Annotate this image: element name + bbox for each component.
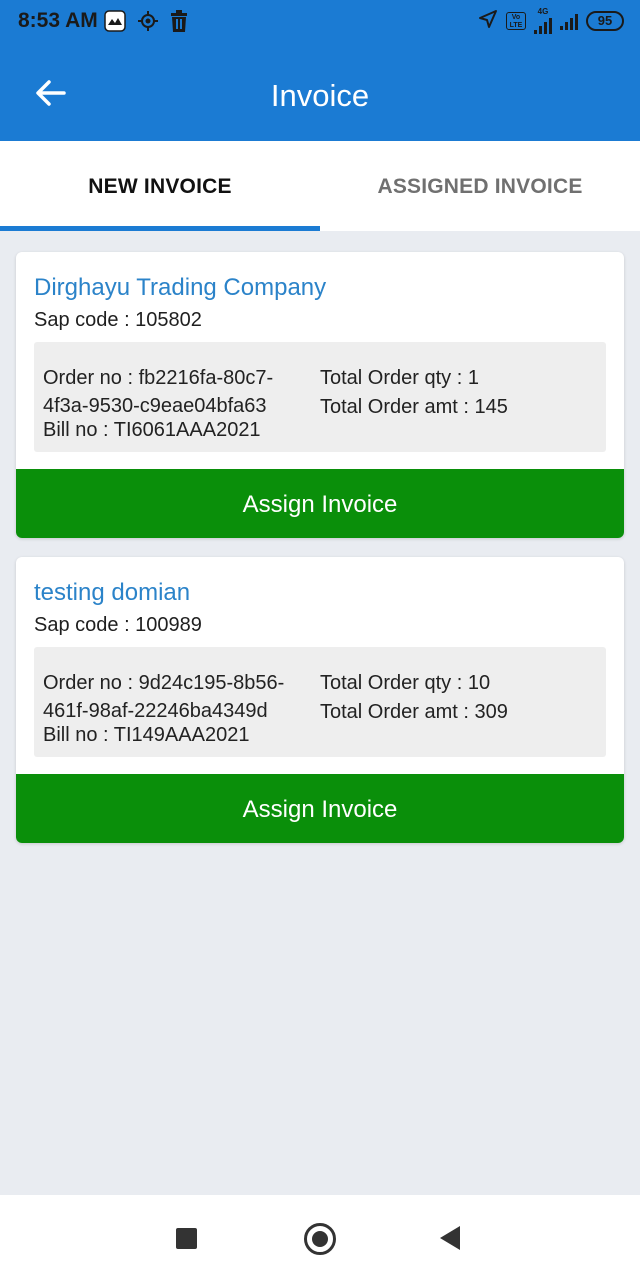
navigation-arrow-icon [478, 9, 498, 34]
bill-number: Bill no : TI149AAA2021 [43, 724, 250, 746]
invoice-card: Dirghayu Trading Company Sap code : 1058… [16, 252, 624, 538]
company-name: testing domian [34, 579, 191, 606]
sap-code: Sap code : 100989 [34, 614, 202, 636]
total-order-qty: Total Order qty : 10 [320, 672, 491, 694]
back-triangle-icon[interactable] [440, 1226, 460, 1250]
order-number: Order no : 9d24c195-8b56-461f-98af-22246… [43, 672, 285, 722]
volte-icon: Vo LTE [506, 12, 526, 30]
order-number: Order no : fb2216fa-80c7-4f3a-9530-c9eae… [43, 367, 274, 417]
total-order-amt: Total Order amt : 145 [320, 396, 508, 418]
status-time: 8:53 AM [18, 9, 98, 32]
assign-invoice-button[interactable]: Assign Invoice [16, 774, 624, 843]
signal-icon-2 [560, 12, 578, 30]
assign-invoice-button[interactable]: Assign Invoice [16, 469, 624, 538]
invoice-card: testing domian Sap code : 100989 Order n… [16, 557, 624, 843]
bill-number: Bill no : TI6061AAA2021 [43, 419, 261, 441]
app-notification-icon [104, 10, 126, 37]
tab-assigned-invoice[interactable]: ASSIGNED INVOICE [320, 141, 640, 231]
status-bar: 8:53 AM Vo LTE 4G 95 [0, 0, 640, 44]
recents-square-icon[interactable] [176, 1228, 197, 1249]
tab-indicator [0, 226, 320, 231]
tab-bar: NEW INVOICE ASSIGNED INVOICE [0, 141, 640, 231]
trash-icon [170, 10, 188, 37]
total-order-qty: Total Order qty : 1 [320, 367, 479, 389]
total-order-amt: Total Order amt : 309 [320, 701, 508, 723]
battery-icon: 95 [586, 11, 624, 31]
home-circle-icon[interactable] [304, 1223, 336, 1255]
order-details: Order no : 9d24c195-8b56-461f-98af-22246… [34, 647, 606, 757]
system-nav-bar [0, 1195, 640, 1280]
signal-icon [534, 16, 552, 34]
sap-code: Sap code : 105802 [34, 309, 202, 331]
network-type: 4G [537, 7, 549, 16]
company-name: Dirghayu Trading Company [34, 274, 327, 301]
page-title: Invoice [270, 78, 370, 113]
order-details: Order no : fb2216fa-80c7-4f3a-9530-c9eae… [34, 342, 606, 452]
location-target-icon [138, 11, 158, 36]
tab-new-invoice[interactable]: NEW INVOICE [0, 141, 320, 231]
